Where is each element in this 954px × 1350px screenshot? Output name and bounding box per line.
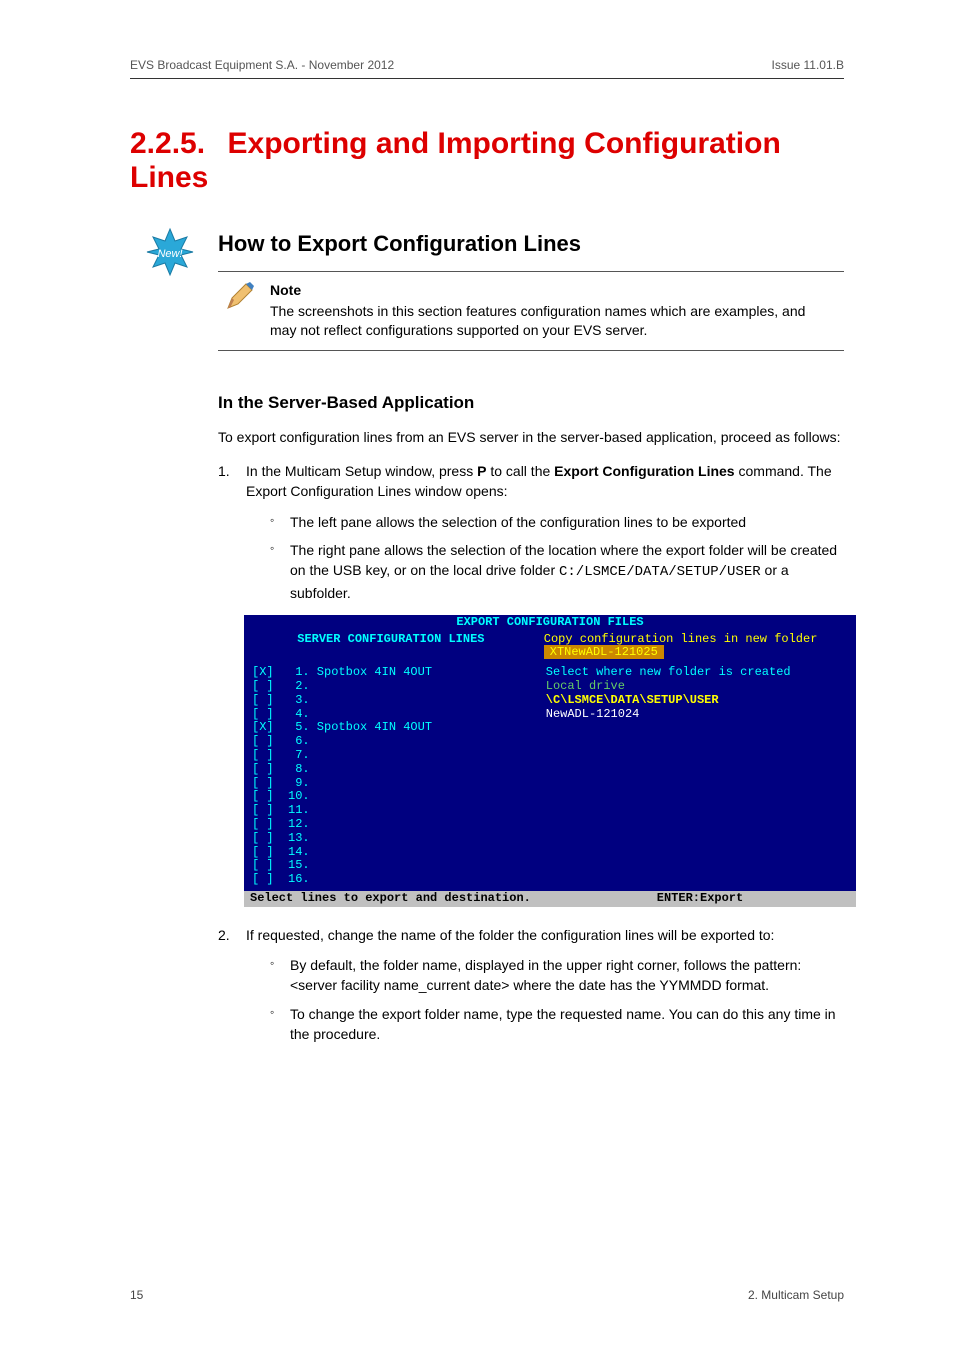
terminal-footer-right: ENTER:Export (550, 892, 850, 906)
terminal-right-pane[interactable]: Select where new folder is created Local… (538, 662, 856, 891)
note-title: Note (270, 282, 832, 298)
subheading-server-based: In the Server-Based Application (218, 393, 844, 413)
step-number: 1. (218, 461, 230, 481)
terminal-right-line-1: Select where new folder is created (546, 666, 848, 680)
terminal-config-line[interactable]: [X] 1. Spotbox 4IN 4OUT (252, 666, 528, 680)
terminal-right-header: Copy configuration lines in new folder X… (538, 631, 856, 663)
step-number: 2. (218, 925, 230, 945)
subsection-export-heading: How to Export Configuration Lines (218, 231, 844, 257)
step-1-text: In the Multicam Setup window, press P to… (246, 463, 832, 499)
section-heading: 2.2.5. Exporting and Importing Configura… (130, 127, 844, 195)
terminal-config-line[interactable]: [ ] 13. (252, 832, 528, 846)
terminal-config-line[interactable]: [ ] 8. (252, 763, 528, 777)
note-body: The screenshots in this section features… (270, 302, 832, 340)
terminal-config-line[interactable]: [ ] 7. (252, 749, 528, 763)
terminal-config-line[interactable]: [ ] 12. (252, 818, 528, 832)
starburst-icon: New! (145, 227, 195, 277)
terminal-left-pane[interactable]: [X] 1. Spotbox 4IN 4OUT[ ] 2.[ ] 3.[ ] 4… (244, 662, 538, 891)
terminal-right-line-3: \C\LSMCE\DATA\SETUP\USER (546, 694, 848, 708)
section-title: Exporting and Importing Configuration Li… (130, 127, 781, 194)
section-number: 2.2.5. (130, 127, 205, 161)
terminal-config-line[interactable]: [ ] 11. (252, 804, 528, 818)
terminal-config-line[interactable]: [ ] 16. (252, 873, 528, 887)
svg-text:New!: New! (157, 248, 182, 260)
terminal-folder-name-field[interactable]: XTNewADL-121025 (544, 645, 664, 659)
note-box: Note The screenshots in this section fea… (218, 271, 844, 351)
new-badge: New! (145, 227, 195, 282)
terminal-config-line[interactable]: [ ] 4. (252, 708, 528, 722)
footer-chapter: 2. Multicam Setup (748, 1288, 844, 1302)
terminal-config-line[interactable]: [X] 5. Spotbox 4IN 4OUT (252, 721, 528, 735)
step-2-text: If requested, change the name of the fol… (246, 927, 774, 943)
terminal-config-line[interactable]: [ ] 9. (252, 777, 528, 791)
terminal-left-header: SERVER CONFIGURATION LINES (244, 631, 538, 663)
step-1-bullet-2: The right pane allows the selection of t… (270, 540, 844, 603)
terminal-footer-left: Select lines to export and destination. (250, 892, 550, 906)
header-right: Issue 11.01.B (772, 58, 845, 72)
terminal-config-line[interactable]: [ ] 15. (252, 859, 528, 873)
step-2-bullet-2: To change the export folder name, type t… (270, 1004, 844, 1045)
terminal-config-line[interactable]: [ ] 2. (252, 680, 528, 694)
top-rule (130, 78, 844, 79)
step-1: 1. In the Multicam Setup window, press P… (218, 461, 844, 907)
terminal-config-line[interactable]: [ ] 3. (252, 694, 528, 708)
terminal-config-line[interactable]: [ ] 14. (252, 846, 528, 860)
step-1-bullet-1: The left pane allows the selection of th… (270, 512, 844, 532)
intro-paragraph: To export configuration lines from an EV… (218, 427, 844, 447)
terminal-config-line[interactable]: [ ] 6. (252, 735, 528, 749)
page-footer: 15 2. Multicam Setup (130, 1288, 844, 1302)
terminal-right-line-2: Local drive (546, 680, 848, 694)
terminal-right-line-4: NewADL-121024 (546, 708, 848, 722)
terminal-title: EXPORT CONFIGURATION FILES (244, 615, 856, 631)
terminal-footer: Select lines to export and destination. … (244, 891, 856, 907)
step-2: 2. If requested, change the name of the … (218, 925, 844, 1044)
page-number: 15 (130, 1288, 143, 1302)
terminal-config-line[interactable]: [ ] 10. (252, 790, 528, 804)
terminal-screenshot: EXPORT CONFIGURATION FILES SERVER CONFIG… (244, 615, 856, 907)
pencil-icon (224, 280, 256, 312)
header-left: EVS Broadcast Equipment S.A. - November … (130, 58, 394, 72)
step-2-bullet-1: By default, the folder name, displayed i… (270, 955, 844, 996)
